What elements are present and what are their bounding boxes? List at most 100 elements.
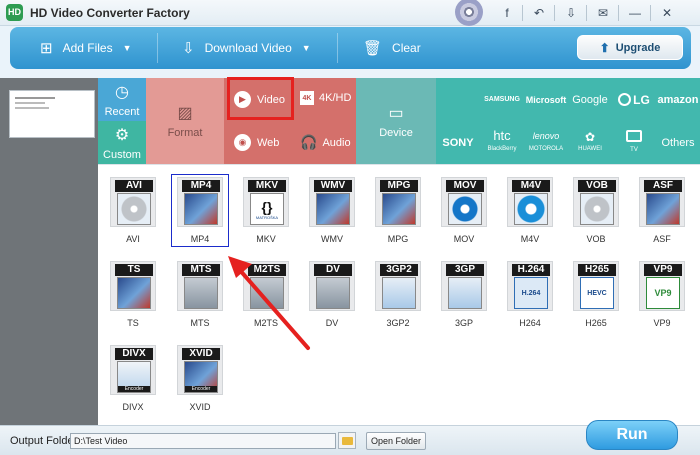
add-files-label: Add Files	[62, 41, 113, 55]
brand-tv-label: TV	[630, 147, 638, 153]
download-icon[interactable]: ⇩	[560, 3, 582, 23]
format-tag: MPG	[380, 180, 418, 192]
tab-device-label: Device	[379, 127, 413, 139]
brand-apple[interactable]	[436, 78, 480, 121]
window-title: HD Video Converter Factory	[30, 6, 190, 20]
title-separator	[618, 5, 619, 21]
tab-web[interactable]: ◉ Web	[234, 134, 279, 151]
tab-4k-hd-label: 4K/HD	[319, 92, 352, 104]
brand-samsung[interactable]: SAMSUNG	[480, 78, 524, 121]
brand-lenovo[interactable]: lenovo MOTOROLA	[524, 121, 568, 164]
format-mov[interactable]: MOV MOV	[436, 171, 492, 249]
format-tag: AVI	[115, 180, 153, 192]
tab-web-label: Web	[257, 136, 280, 149]
encoder-icon: Encoder	[184, 361, 218, 393]
brand-huawei[interactable]: ✿ HUAWEI	[568, 121, 612, 164]
format-avi[interactable]: AVI AVI	[105, 171, 161, 249]
clear-label: Clear	[392, 41, 421, 55]
format-tile: 3GP2	[375, 261, 421, 311]
output-folder-input[interactable]: D:\Test Video	[70, 433, 336, 449]
format-label: DV	[325, 318, 339, 328]
h264-art-label: H.264	[521, 289, 541, 297]
category-bar: ◷ Recent ⚙ Custom ▨ Format ▶ Video 4K 4K…	[98, 78, 700, 164]
format-m4v[interactable]: M4V M4V	[502, 171, 558, 249]
format-label: ASF	[653, 234, 671, 244]
undo-icon[interactable]: ↶	[528, 3, 550, 23]
camcorder-icon	[316, 277, 350, 309]
tab-4k-hd[interactable]: 4K 4K/HD	[300, 91, 351, 105]
tab-custom[interactable]: ⚙ Custom	[98, 121, 146, 164]
format-xvid[interactable]: XVID Encoder XVID	[172, 339, 228, 417]
run-button[interactable]: Run	[586, 420, 678, 450]
file-thumbnail[interactable]	[9, 90, 95, 138]
format-tag: VP9	[644, 264, 682, 276]
format-tag: M4V	[512, 180, 550, 192]
quicktime-icon	[448, 193, 482, 225]
thumbnail-line	[15, 107, 49, 109]
brand-htc-label: htc	[493, 128, 511, 143]
format-label: XVID	[189, 402, 211, 412]
format-tag: TS	[115, 264, 153, 276]
brand-lg-label: LG	[633, 92, 650, 107]
annotation-arrow-icon	[228, 256, 310, 350]
format-tile: M4V	[507, 177, 553, 227]
bottom-bar: Output Folder: D:\Test Video Open Folder…	[0, 420, 700, 455]
browse-folder-button[interactable]	[338, 432, 356, 449]
format-3gp2[interactable]: 3GP2 3GP2	[370, 255, 426, 333]
format-label: M4V	[520, 234, 540, 244]
format-tag: MKV	[248, 180, 286, 192]
format-vp9[interactable]: VP9 VP9 VP9	[634, 255, 690, 333]
open-folder-button[interactable]: Open Folder	[366, 432, 426, 450]
format-divx[interactable]: DIVX Encoder DIVX	[105, 339, 161, 417]
format-mts[interactable]: MTS MTS	[172, 255, 228, 333]
format-wmv[interactable]: WMV WMV	[304, 171, 360, 249]
brand-htc[interactable]: htc BlackBerry	[480, 121, 524, 164]
tab-recent[interactable]: ◷ Recent	[98, 78, 146, 121]
format-tile: ASF	[639, 177, 685, 227]
brand-tv[interactable]: TV	[612, 121, 656, 164]
disc-icon	[455, 0, 483, 26]
hevc-icon: HEVC	[580, 277, 614, 309]
download-video-button[interactable]: ⇩ Download Video ▼	[182, 27, 311, 69]
add-files-button[interactable]: ⊞ Add Files ▼	[40, 27, 132, 69]
format-h264[interactable]: H.264 H.264 H264	[502, 255, 558, 333]
format-vob[interactable]: VOB VOB	[568, 171, 624, 249]
file-list-panel[interactable]	[0, 78, 98, 425]
camcorder-icon	[184, 277, 218, 309]
brand-google[interactable]: Google	[568, 78, 612, 121]
tab-audio[interactable]: 🎧 Audio	[300, 134, 351, 151]
format-3gp[interactable]: 3GP 3GP	[436, 255, 492, 333]
upgrade-button[interactable]: ⬆ Upgrade	[577, 35, 683, 60]
brand-amazon[interactable]: amazon	[656, 78, 700, 121]
format-label: VP9	[653, 318, 671, 328]
minimize-button[interactable]: —	[624, 3, 646, 23]
format-label: WMV	[321, 234, 343, 244]
clear-button[interactable]: 🗑 Clear	[363, 27, 421, 69]
close-button[interactable]: ✕	[656, 3, 678, 23]
hd-badge-icon: 4K	[300, 91, 314, 105]
selected-format-outline	[171, 174, 229, 247]
tab-device[interactable]: ▭ Device	[356, 78, 436, 164]
arrow-up-icon: ⬆	[599, 40, 610, 55]
brand-sony[interactable]: SONY	[436, 121, 480, 164]
dvd-icon	[580, 193, 614, 225]
message-icon[interactable]: ✉	[592, 3, 614, 23]
chevron-down-icon: ▼	[301, 43, 311, 53]
format-mpg[interactable]: MPG MPG	[370, 171, 426, 249]
format-mkv[interactable]: MKV{} MATROŠKA MKV	[238, 171, 294, 249]
format-ts[interactable]: TS TS	[105, 255, 161, 333]
brand-others[interactable]: Others	[656, 121, 700, 164]
video-tab-highlight	[227, 77, 294, 120]
brand-microsoft[interactable]: Microsoft	[524, 78, 568, 121]
format-tag: XVID	[182, 348, 220, 360]
matroska-label: MATROŠKA	[255, 214, 279, 220]
format-h265[interactable]: H265 HEVC H265	[568, 255, 624, 333]
tab-format[interactable]: ▨ Format	[146, 78, 224, 164]
format-asf[interactable]: ASF ASF	[634, 171, 690, 249]
format-tile: VOB	[573, 177, 619, 227]
facebook-icon[interactable]: f	[496, 3, 518, 23]
title-separator	[554, 5, 555, 21]
brand-lg[interactable]: LG	[612, 78, 656, 121]
format-tag: H265	[578, 264, 616, 276]
encoder-icon: Encoder	[117, 361, 151, 393]
